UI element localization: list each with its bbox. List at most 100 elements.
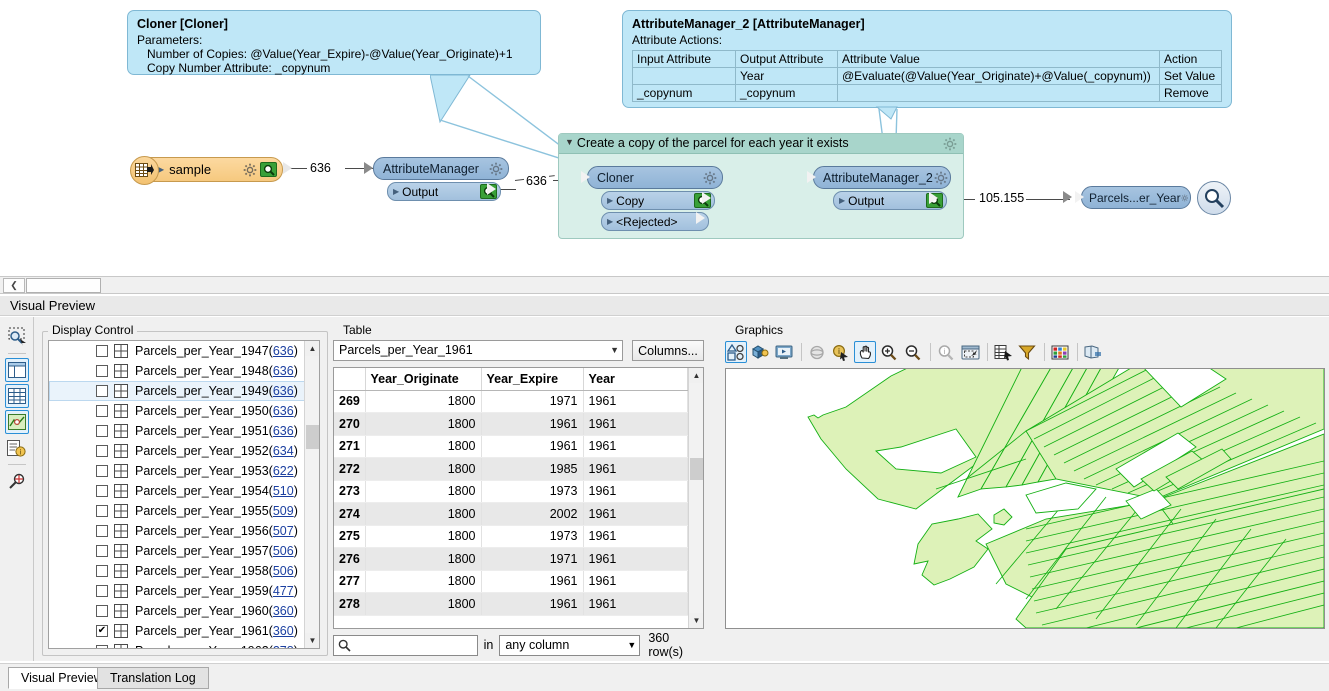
- zoom-to-selection-icon[interactable]: [959, 341, 981, 363]
- layer-feature-count[interactable]: 636: [273, 424, 294, 438]
- list-item[interactable]: Parcels_per_Year_1956 ( 507 ): [49, 521, 319, 541]
- table-row[interactable]: 271 1800 1961 1961: [334, 435, 688, 458]
- gear-icon[interactable]: [243, 163, 257, 177]
- reader-node-sample[interactable]: ▶ sample: [130, 156, 283, 185]
- table-row[interactable]: 273 1800 1973 1961: [334, 480, 688, 503]
- table-row[interactable]: 277 1800 1961 1961: [334, 570, 688, 593]
- transformer-header[interactable]: AttributeManager: [373, 157, 509, 180]
- layer-feature-count[interactable]: 636: [273, 384, 294, 398]
- list-item[interactable]: Parcels_per_Year_1957 ( 506 ): [49, 541, 319, 561]
- transformer-header[interactable]: Cloner: [587, 166, 723, 189]
- feature-information-icon[interactable]: i: [5, 436, 29, 460]
- writer-inspect-button[interactable]: [1197, 181, 1231, 215]
- list-item[interactable]: Parcels_per_Year_1948 ( 636 ): [49, 361, 319, 381]
- list-item[interactable]: Parcels_per_Year_1962 ( 278 ): [49, 641, 319, 648]
- layer-feature-count[interactable]: 507: [273, 524, 294, 538]
- layer-visibility-checkbox[interactable]: ✔: [96, 625, 108, 637]
- layer-visibility-checkbox[interactable]: [96, 425, 108, 437]
- tab-translation-log[interactable]: Translation Log: [97, 667, 209, 689]
- gear-icon[interactable]: [1180, 191, 1188, 205]
- layer-visibility-checkbox[interactable]: [96, 565, 108, 577]
- export-graphics-icon[interactable]: [1082, 341, 1104, 363]
- layer-list-rows[interactable]: Parcels_per_Year_1947 ( 636 ) Parcels_per…: [49, 341, 319, 648]
- table-row[interactable]: 274 1800 2002 1961: [334, 502, 688, 526]
- layer-visibility-checkbox[interactable]: [96, 465, 108, 477]
- list-item[interactable]: Parcels_per_Year_1955 ( 509 ): [49, 501, 319, 521]
- scroll-left-button[interactable]: ❮: [3, 278, 25, 293]
- presentation-icon[interactable]: [773, 341, 795, 363]
- workspace-canvas[interactable]: 636 636 105.155 105.155 Cloner [Cloner] …: [0, 0, 1329, 268]
- layer-feature-count[interactable]: 634: [273, 444, 294, 458]
- display-control-icon[interactable]: [4, 358, 29, 382]
- orbit-icon[interactable]: [806, 341, 828, 363]
- scroll-down-button[interactable]: ▼: [305, 633, 319, 648]
- canvas-horizontal-scrollbar[interactable]: ❮: [0, 276, 1329, 294]
- graphics-toolbar[interactable]: i i: [725, 340, 1325, 364]
- layer-feature-count[interactable]: 636: [273, 344, 294, 358]
- layer-visibility-checkbox[interactable]: [96, 525, 108, 537]
- table-row[interactable]: 270 1800 1961 1961: [334, 412, 688, 436]
- layer-visibility-checkbox[interactable]: [96, 365, 108, 377]
- pan-hand-icon[interactable]: [854, 341, 876, 363]
- layer-feature-count[interactable]: 636: [273, 364, 294, 378]
- list-item[interactable]: Parcels_per_Year_1950 ( 636 ): [49, 401, 319, 421]
- layer-feature-count[interactable]: 477: [273, 584, 294, 598]
- inspect-magnifier-button[interactable]: [260, 162, 277, 177]
- color-palette-icon[interactable]: [1049, 341, 1071, 363]
- display-control-scrollbar[interactable]: ▲ ▼: [304, 341, 319, 648]
- filter-icon[interactable]: [1016, 341, 1038, 363]
- table-row[interactable]: 276 1800 1971 1961: [334, 547, 688, 571]
- layer-feature-count[interactable]: 506: [273, 564, 294, 578]
- scrollbar-thumb[interactable]: [690, 458, 703, 480]
- layer-visibility-checkbox[interactable]: [96, 385, 108, 397]
- list-item[interactable]: ✔ Parcels_per_Year_1961 ( 360 ): [49, 621, 319, 641]
- layer-visibility-checkbox[interactable]: [96, 505, 108, 517]
- table-select-icon[interactable]: [992, 341, 1014, 363]
- search-input[interactable]: [333, 634, 478, 656]
- list-item[interactable]: Parcels_per_Year_1954 ( 510 ): [49, 481, 319, 501]
- gear-icon[interactable]: [489, 162, 503, 176]
- bookmark-header[interactable]: ▼ Create a copy of the parcel for each ye…: [559, 134, 963, 154]
- visual-preview-sidebar[interactable]: i: [0, 317, 34, 661]
- writer-header[interactable]: Parcels...er_Year: [1081, 186, 1191, 209]
- feature-table[interactable]: Year_Originate Year_Expire Year 269 1800 1…: [333, 367, 704, 629]
- table-row[interactable]: 275 1800 1973 1961: [334, 525, 688, 548]
- list-item[interactable]: Parcels_per_Year_1958 ( 506 ): [49, 561, 319, 581]
- scroll-up-button[interactable]: ▲: [305, 341, 319, 356]
- layer-feature-count[interactable]: 278: [273, 644, 294, 648]
- layer-visibility-checkbox[interactable]: [96, 445, 108, 457]
- list-item[interactable]: Parcels_per_Year_1947 ( 636 ): [49, 341, 319, 361]
- list-item[interactable]: Parcels_per_Year_1959 ( 477 ): [49, 581, 319, 601]
- scrollbar-thumb[interactable]: [306, 425, 319, 449]
- gear-icon[interactable]: [934, 171, 948, 185]
- collapse-triangle-icon[interactable]: ▼: [565, 137, 574, 147]
- scroll-up-button[interactable]: ▲: [689, 368, 703, 383]
- zoom-query-icon[interactable]: i: [935, 341, 957, 363]
- zoom-out-icon[interactable]: [902, 341, 924, 363]
- layer-visibility-checkbox[interactable]: [96, 605, 108, 617]
- select-tool-icon[interactable]: [5, 325, 29, 349]
- columns-button[interactable]: Columns...: [632, 340, 704, 361]
- graphics-view-icon[interactable]: [4, 410, 29, 434]
- select-features-icon[interactable]: [725, 341, 747, 363]
- port-copy[interactable]: ▶ Copy: [601, 191, 715, 210]
- layer-feature-count[interactable]: 360: [273, 624, 294, 638]
- layer-visibility-checkbox[interactable]: [96, 485, 108, 497]
- scroll-down-button[interactable]: ▼: [689, 613, 703, 628]
- layer-visibility-checkbox[interactable]: [96, 405, 108, 417]
- table-row[interactable]: 269 1800 1971 1961: [334, 390, 688, 413]
- layer-feature-count[interactable]: 510: [273, 484, 294, 498]
- table-view-icon[interactable]: [4, 384, 29, 408]
- display-control-list[interactable]: Parcels_per_Year_1947 ( 636 ) Parcels_per…: [48, 340, 320, 649]
- layer-feature-count[interactable]: 622: [273, 464, 294, 478]
- gear-icon[interactable]: [703, 171, 717, 185]
- layer-feature-count[interactable]: 360: [273, 604, 294, 618]
- layer-visibility-checkbox[interactable]: [96, 585, 108, 597]
- layer-feature-count[interactable]: 636: [273, 404, 294, 418]
- layer-feature-count[interactable]: 509: [273, 504, 294, 518]
- scrollbar-thumb[interactable]: [26, 278, 101, 293]
- table-vertical-scrollbar[interactable]: ▲ ▼: [688, 368, 703, 628]
- layer-visibility-checkbox[interactable]: [96, 345, 108, 357]
- inspect-point-icon[interactable]: [5, 469, 29, 493]
- table-row[interactable]: 272 1800 1985 1961: [334, 457, 688, 481]
